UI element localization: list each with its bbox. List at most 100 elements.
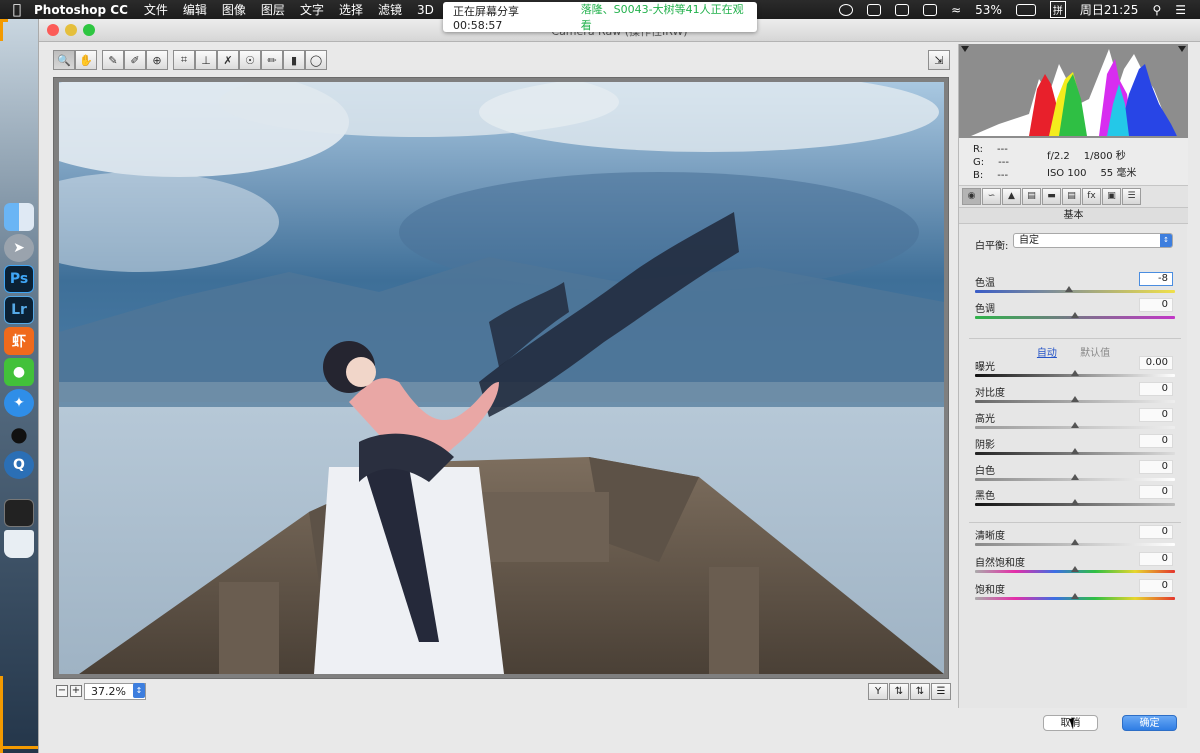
lightroom-icon[interactable]: Lr	[4, 296, 34, 324]
tab-lens-icon[interactable]: ▤	[1062, 188, 1081, 205]
tab-tone-curve-icon[interactable]: ∽	[982, 188, 1001, 205]
crop-tool-icon[interactable]: ⌗	[173, 50, 195, 70]
preview-preferences-icon[interactable]: ☰	[931, 683, 951, 700]
default-button[interactable]: 默认值	[1080, 348, 1110, 359]
image-preview-frame	[53, 77, 949, 679]
menu-filter[interactable]: 滤镜	[378, 1, 402, 18]
display-icon[interactable]	[923, 3, 938, 16]
focal-length-value: 55 毫米	[1100, 168, 1137, 179]
battery-icon[interactable]	[1015, 3, 1036, 16]
tab-detail-icon[interactable]: ▲	[1002, 188, 1021, 205]
list-icon[interactable]: ☰	[1175, 3, 1186, 17]
radial-filter-icon[interactable]: ◯	[305, 50, 327, 70]
slider-value-field[interactable]: 0	[1139, 460, 1173, 474]
menu-3d[interactable]: 3D	[417, 3, 434, 17]
menu-select[interactable]: 选择	[339, 1, 363, 18]
hand-tool-icon[interactable]: ✋	[75, 50, 97, 70]
screen-monitor-icon[interactable]	[4, 499, 34, 527]
zoom-tool-icon[interactable]: 🔍	[53, 50, 75, 70]
slider-row: 色调 0	[973, 298, 1177, 326]
graduated-filter-icon[interactable]: ▮	[283, 50, 305, 70]
divider	[969, 338, 1181, 339]
wechat-icon[interactable]: ●	[4, 358, 34, 386]
red-eye-tool-icon[interactable]: ☉	[239, 50, 261, 70]
slider-value-field[interactable]: 0	[1139, 579, 1173, 593]
slider-value-field[interactable]: 0	[1139, 485, 1173, 499]
slider-value-field[interactable]: 0	[1139, 408, 1173, 422]
wifi-icon[interactable]: ≈	[951, 3, 961, 17]
slider-value-field[interactable]: 0	[1139, 382, 1173, 396]
slider-label: 白色	[975, 466, 995, 477]
zoom-level-stepper[interactable]: ↕	[133, 683, 145, 698]
menu-clock[interactable]: 周日21:25	[1080, 1, 1139, 18]
trash-icon[interactable]	[4, 530, 34, 558]
slider-row: 饱和度 0	[973, 579, 1177, 607]
slider-thumb[interactable]	[1065, 286, 1073, 292]
menu-image[interactable]: 图像	[222, 1, 246, 18]
color-sampler-tool-icon[interactable]: ✐	[124, 50, 146, 70]
tab-basic-icon[interactable]: ◉	[962, 188, 981, 205]
menu-layer[interactable]: 图层	[261, 1, 285, 18]
slider-thumb[interactable]	[1071, 593, 1079, 599]
slider-track[interactable]	[975, 290, 1175, 293]
launchpad-icon[interactable]: ➤	[4, 234, 34, 262]
adjustment-brush-icon[interactable]: ✏	[261, 50, 283, 70]
dock: ➤ Ps Lr 虾 ● ✦ ● Q	[2, 200, 40, 561]
menu-file[interactable]: 文件	[144, 1, 168, 18]
tab-presets-icon[interactable]: ☰	[1122, 188, 1141, 205]
auto-button[interactable]: 自动	[1037, 348, 1057, 359]
zoom-in-button[interactable]: +	[70, 685, 82, 697]
slider-thumb[interactable]	[1071, 539, 1079, 545]
slider-thumb[interactable]	[1071, 312, 1079, 318]
slider-value-field[interactable]: 0	[1139, 525, 1173, 539]
slider-value-field[interactable]: 0	[1139, 552, 1173, 566]
slider-thumb[interactable]	[1071, 448, 1079, 454]
apple-icon[interactable]: 	[0, 2, 34, 18]
slider-value-field[interactable]: -8	[1139, 272, 1173, 286]
finder-icon[interactable]	[4, 203, 34, 231]
white-balance-select[interactable]: 自定 ↕	[1013, 233, 1173, 248]
menu-app-name[interactable]: Photoshop CC	[34, 3, 128, 17]
xiami-icon[interactable]: 虾	[4, 327, 34, 355]
slider-value-field[interactable]: 0	[1139, 298, 1173, 312]
divider	[969, 522, 1181, 523]
slider-row: 黑色 0	[973, 485, 1177, 513]
slider-thumb[interactable]	[1071, 474, 1079, 480]
search-icon[interactable]: ⚲	[1152, 3, 1161, 17]
menu-type[interactable]: 文字	[300, 1, 324, 18]
image-preview[interactable]	[59, 82, 944, 674]
screen-share-banner: 正在屏幕分享 00:58:57 落隆、S0043-大树等41人正在观看	[443, 2, 757, 32]
airplay-icon[interactable]	[895, 3, 910, 16]
battery-percent[interactable]: 53%	[975, 3, 1002, 17]
copy-settings-icon[interactable]: ⇅	[910, 683, 930, 700]
slider-thumb[interactable]	[1071, 422, 1079, 428]
tab-hsl-icon[interactable]: ▤	[1022, 188, 1041, 205]
qq-icon[interactable]: ●	[4, 420, 34, 448]
fullscreen-toggle-icon[interactable]: ⇲	[928, 50, 950, 70]
slider-thumb[interactable]	[1071, 566, 1079, 572]
tab-effects-icon[interactable]: fx	[1082, 188, 1101, 205]
menu-edit[interactable]: 编辑	[183, 1, 207, 18]
slider-label: 色调	[975, 304, 995, 315]
tab-split-toning-icon[interactable]: ▬	[1042, 188, 1061, 205]
slider-thumb[interactable]	[1071, 499, 1079, 505]
white-balance-tool-icon[interactable]: ✎	[102, 50, 124, 70]
slider-value-field[interactable]: 0	[1139, 434, 1173, 448]
before-after-toggle-icon[interactable]: Y	[868, 683, 888, 700]
notification-icon[interactable]	[867, 3, 882, 16]
panel-section-title: 基本	[959, 208, 1188, 224]
swap-settings-icon[interactable]: ⇅	[889, 683, 909, 700]
targeted-adjust-tool-icon[interactable]: ⊕	[146, 50, 168, 70]
safari-icon[interactable]: ✦	[4, 389, 34, 417]
input-method-icon[interactable]: 拼	[1049, 1, 1066, 18]
photoshop-icon[interactable]: Ps	[4, 265, 34, 293]
stop-icon[interactable]	[839, 3, 854, 16]
ok-button[interactable]: 确定	[1122, 715, 1177, 731]
straighten-tool-icon[interactable]: ⊥	[195, 50, 217, 70]
tab-camera-calibration-icon[interactable]: ▣	[1102, 188, 1121, 205]
slider-thumb[interactable]	[1071, 370, 1079, 376]
spot-removal-tool-icon[interactable]: ✗	[217, 50, 239, 70]
slider-thumb[interactable]	[1071, 396, 1079, 402]
quicktime-icon[interactable]: Q	[4, 451, 34, 479]
zoom-out-button[interactable]: −	[56, 685, 68, 697]
